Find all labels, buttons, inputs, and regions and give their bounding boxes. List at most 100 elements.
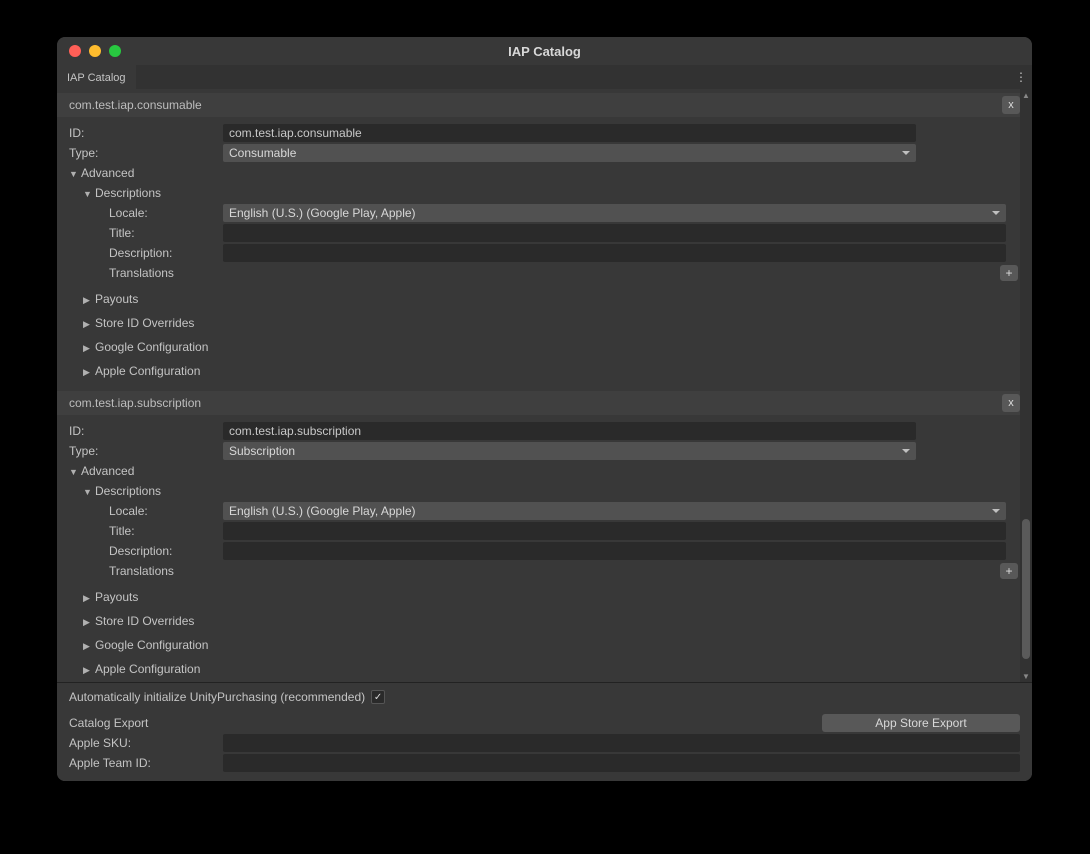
- app-store-export-button[interactable]: App Store Export: [822, 714, 1020, 732]
- foldout-google-config[interactable]: Google Configuration: [57, 337, 1032, 357]
- row-type: Type: Subscription: [57, 441, 1032, 461]
- close-window-button[interactable]: [69, 45, 81, 57]
- locale-value: English (U.S.) (Google Play, Apple): [229, 206, 416, 220]
- row-translations: Translations +: [57, 561, 1032, 581]
- id-input[interactable]: [223, 422, 916, 440]
- row-locale: Locale: English (U.S.) (Google Play, App…: [57, 203, 1032, 223]
- scroll-down-icon: ▼: [1020, 670, 1032, 682]
- kebab-icon: ⋮: [1015, 70, 1027, 84]
- product-header: com.test.iap.consumable x: [57, 93, 1032, 117]
- vertical-scrollbar[interactable]: ▲ ▼: [1020, 89, 1032, 682]
- title-input[interactable]: [223, 522, 1006, 540]
- foldout-descriptions[interactable]: Descriptions: [57, 183, 1032, 203]
- title-input[interactable]: [223, 224, 1006, 242]
- payouts-label: Payouts: [95, 590, 138, 604]
- tab-label: IAP Catalog: [67, 72, 126, 84]
- apple-config-label: Apple Configuration: [95, 364, 200, 378]
- label-translations: Translations: [69, 564, 219, 578]
- label-id: ID:: [69, 126, 219, 140]
- tab-iap-catalog[interactable]: IAP Catalog: [57, 65, 136, 89]
- type-value: Subscription: [229, 444, 295, 458]
- foldout-store-id-overrides[interactable]: Store ID Overrides: [57, 611, 1032, 631]
- foldout-payouts[interactable]: Payouts: [57, 587, 1032, 607]
- label-translations: Translations: [69, 266, 219, 280]
- auto-init-label: Automatically initialize UnityPurchasing…: [69, 690, 365, 704]
- store-id-overrides-label: Store ID Overrides: [95, 614, 194, 628]
- label-locale: Locale:: [69, 206, 219, 220]
- foldout-advanced[interactable]: Advanced: [57, 163, 1032, 183]
- chevron-right-icon: [83, 292, 93, 306]
- foldout-apple-config[interactable]: Apple Configuration: [57, 659, 1032, 679]
- label-id: ID:: [69, 424, 219, 438]
- apple-sku-row: Apple SKU:: [57, 733, 1032, 753]
- product-header: com.test.iap.subscription x: [57, 391, 1032, 415]
- product-header-name: com.test.iap.consumable: [69, 98, 202, 112]
- tabbar-filler: [136, 65, 1010, 89]
- tab-options-button[interactable]: ⋮: [1010, 65, 1032, 89]
- type-value: Consumable: [229, 146, 296, 160]
- row-id: ID:: [57, 421, 1032, 441]
- scroll-thumb[interactable]: [1022, 519, 1030, 659]
- bottom-panel: Automatically initialize UnityPurchasing…: [57, 682, 1032, 781]
- maximize-window-button[interactable]: [109, 45, 121, 57]
- chevron-down-icon: [83, 484, 93, 498]
- apple-sku-label: Apple SKU:: [69, 736, 219, 750]
- chevron-right-icon: [83, 662, 93, 676]
- descriptions-label: Descriptions: [95, 484, 161, 498]
- titlebar: IAP Catalog: [57, 37, 1032, 65]
- catalog-export-row: Catalog Export App Store Export: [57, 713, 1032, 733]
- foldout-payouts[interactable]: Payouts: [57, 289, 1032, 309]
- chevron-down-icon: [69, 464, 79, 478]
- advanced-label: Advanced: [81, 464, 134, 478]
- label-locale: Locale:: [69, 504, 219, 518]
- apple-team-id-label: Apple Team ID:: [69, 756, 219, 770]
- label-title: Title:: [69, 226, 219, 240]
- add-translation-button[interactable]: +: [1000, 265, 1018, 281]
- descriptions-label: Descriptions: [95, 186, 161, 200]
- label-title: Title:: [69, 524, 219, 538]
- apple-config-label: Apple Configuration: [95, 662, 200, 676]
- locale-dropdown[interactable]: English (U.S.) (Google Play, Apple): [223, 204, 1006, 222]
- description-input[interactable]: [223, 542, 1006, 560]
- foldout-apple-config[interactable]: Apple Configuration: [57, 361, 1032, 381]
- remove-product-button[interactable]: x: [1002, 96, 1020, 114]
- apple-team-id-row: Apple Team ID:: [57, 753, 1032, 773]
- locale-dropdown[interactable]: English (U.S.) (Google Play, Apple): [223, 502, 1006, 520]
- scroll-area: com.test.iap.consumable x ID: Type: Cons…: [57, 89, 1032, 682]
- chevron-right-icon: [83, 638, 93, 652]
- add-translation-button[interactable]: +: [1000, 563, 1018, 579]
- apple-sku-input[interactable]: [223, 734, 1020, 752]
- catalog-export-label: Catalog Export: [69, 716, 219, 730]
- id-input[interactable]: [223, 124, 916, 142]
- chevron-down-icon: [83, 186, 93, 200]
- minimize-window-button[interactable]: [89, 45, 101, 57]
- traffic-lights: [57, 45, 121, 57]
- auto-init-row: Automatically initialize UnityPurchasing…: [57, 687, 1032, 707]
- foldout-descriptions[interactable]: Descriptions: [57, 481, 1032, 501]
- chevron-right-icon: [83, 316, 93, 330]
- row-title: Title:: [57, 521, 1032, 541]
- label-description: Description:: [69, 544, 219, 558]
- google-config-label: Google Configuration: [95, 638, 208, 652]
- locale-value: English (U.S.) (Google Play, Apple): [229, 504, 416, 518]
- description-input[interactable]: [223, 244, 1006, 262]
- type-dropdown[interactable]: Subscription: [223, 442, 916, 460]
- row-title: Title:: [57, 223, 1032, 243]
- foldout-advanced[interactable]: Advanced: [57, 461, 1032, 481]
- auto-init-checkbox[interactable]: ✓: [371, 690, 385, 704]
- chevron-right-icon: [83, 364, 93, 378]
- google-config-label: Google Configuration: [95, 340, 208, 354]
- remove-product-button[interactable]: x: [1002, 394, 1020, 412]
- payouts-label: Payouts: [95, 292, 138, 306]
- window-title: IAP Catalog: [57, 44, 1032, 59]
- chevron-right-icon: [83, 590, 93, 604]
- apple-team-id-input[interactable]: [223, 754, 1020, 772]
- foldout-google-config[interactable]: Google Configuration: [57, 635, 1032, 655]
- tabbar: IAP Catalog ⋮: [57, 65, 1032, 89]
- label-type: Type:: [69, 444, 219, 458]
- type-dropdown[interactable]: Consumable: [223, 144, 916, 162]
- row-locale: Locale: English (U.S.) (Google Play, App…: [57, 501, 1032, 521]
- foldout-store-id-overrides[interactable]: Store ID Overrides: [57, 313, 1032, 333]
- chevron-right-icon: [83, 614, 93, 628]
- row-id: ID:: [57, 123, 1032, 143]
